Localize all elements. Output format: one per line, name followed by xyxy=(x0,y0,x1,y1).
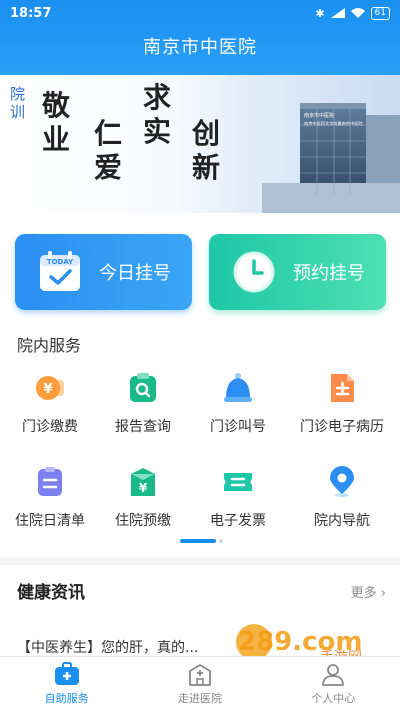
app-header: 18:57 ✱ 61 南京市中医院 xyxy=(0,0,400,75)
calendar-icon-text: TODAY xyxy=(47,258,74,266)
service-label: 院内导航 xyxy=(314,513,370,529)
service-label: 住院预缴 xyxy=(115,513,171,529)
report-search-icon xyxy=(130,373,156,402)
building-sign-2: 南京中医药大学附属南京中医院 xyxy=(304,120,363,127)
tab-self-service[interactable]: 自助服务 xyxy=(0,657,133,711)
page-indicator-active[interactable] xyxy=(180,539,216,543)
motto-word-1: 敬业 xyxy=(42,89,71,156)
hospital-building-image: 南京市中医院 南京中医药大学附属南京中医院 xyxy=(262,103,400,213)
service-electronic-invoice[interactable]: 电子发票 xyxy=(188,466,288,530)
tab-label: 个人中心 xyxy=(311,692,356,705)
service-electronic-records[interactable]: 门诊电子病历 xyxy=(292,372,392,436)
motto-label: 院训 xyxy=(10,85,26,121)
more-label: 更多 xyxy=(350,586,377,601)
signal-icon xyxy=(330,8,345,18)
wifi-icon xyxy=(350,8,365,18)
tab-label: 走进医院 xyxy=(177,692,222,705)
ticket-icon xyxy=(224,473,252,491)
service-label: 门诊缴费 xyxy=(22,419,78,435)
bluetooth-icon: ✱ xyxy=(315,6,325,20)
service-label: 电子发票 xyxy=(210,513,266,529)
today-registration-button[interactable]: TODAY 今日挂号 xyxy=(15,234,192,310)
calendar-today-icon: TODAY xyxy=(40,251,80,291)
svg-text:¥: ¥ xyxy=(43,382,52,397)
hospital-building-icon xyxy=(189,664,211,686)
yuan-prepay-icon: ¥ xyxy=(131,468,155,496)
person-icon xyxy=(322,664,345,686)
motto-word-4: 创新 xyxy=(192,117,221,184)
clipboard-list-icon xyxy=(38,467,62,496)
tab-label: 自助服务 xyxy=(44,692,89,705)
medical-kit-icon xyxy=(54,662,79,685)
tab-personal-center[interactable]: 个人中心 xyxy=(267,657,400,711)
section-divider xyxy=(0,557,400,565)
clock-icon xyxy=(233,251,275,293)
news-more-link[interactable]: 更多 › xyxy=(351,582,386,601)
svg-text:¥: ¥ xyxy=(139,481,148,495)
service-label: 住院日清单 xyxy=(15,513,85,529)
tab-about-hospital[interactable]: 走进医院 xyxy=(133,657,266,711)
bottom-tab-bar: 自助服务 走进医院 个人中心 xyxy=(0,656,400,711)
service-outpatient-calling[interactable]: 门诊叫号 xyxy=(188,372,288,436)
bell-icon xyxy=(224,373,252,402)
service-hospital-navigation[interactable]: 院内导航 xyxy=(292,466,392,530)
appointment-registration-button[interactable]: 预约挂号 xyxy=(209,234,386,310)
service-label: 报告查询 xyxy=(115,419,171,435)
status-bar: 18:57 ✱ 61 xyxy=(0,0,400,26)
status-icons: ✱ 61 xyxy=(315,6,390,20)
battery-indicator: 61 xyxy=(370,6,390,20)
motto-word-3: 求实 xyxy=(143,81,172,148)
service-report-query[interactable]: 报告查询 xyxy=(93,372,193,436)
motto-word-2: 仁爱 xyxy=(94,117,123,184)
document-icon xyxy=(331,374,354,402)
location-pin-icon xyxy=(330,466,354,497)
page-indicator-inactive[interactable] xyxy=(219,539,223,543)
news-section-title: 健康资讯 xyxy=(17,583,85,603)
service-label: 门诊电子病历 xyxy=(300,419,384,435)
chevron-right-icon: › xyxy=(380,586,386,601)
news-list-item[interactable]: 【中医养生】您的肝，真的... xyxy=(17,637,198,657)
service-label: 门诊叫号 xyxy=(210,419,266,435)
service-inpatient-daily-list[interactable]: 住院日清单 xyxy=(0,466,100,530)
page-title: 南京市中医院 xyxy=(143,37,257,58)
hospital-banner[interactable]: 院训 敬业 仁爱 求实 创新 南京市中医院 南京中医药大学附属南京中医院 xyxy=(0,75,400,213)
yuan-payment-icon: ¥ xyxy=(36,376,64,400)
services-section-title: 院内服务 xyxy=(17,336,82,355)
status-time: 18:57 xyxy=(10,5,52,21)
service-outpatient-payment[interactable]: ¥ 门诊缴费 xyxy=(0,372,100,436)
building-sign-1: 南京市中医院 xyxy=(304,112,334,119)
appointment-registration-label: 预约挂号 xyxy=(293,263,365,284)
service-inpatient-prepay[interactable]: ¥ 住院预缴 xyxy=(93,466,193,530)
today-registration-label: 今日挂号 xyxy=(99,263,171,284)
